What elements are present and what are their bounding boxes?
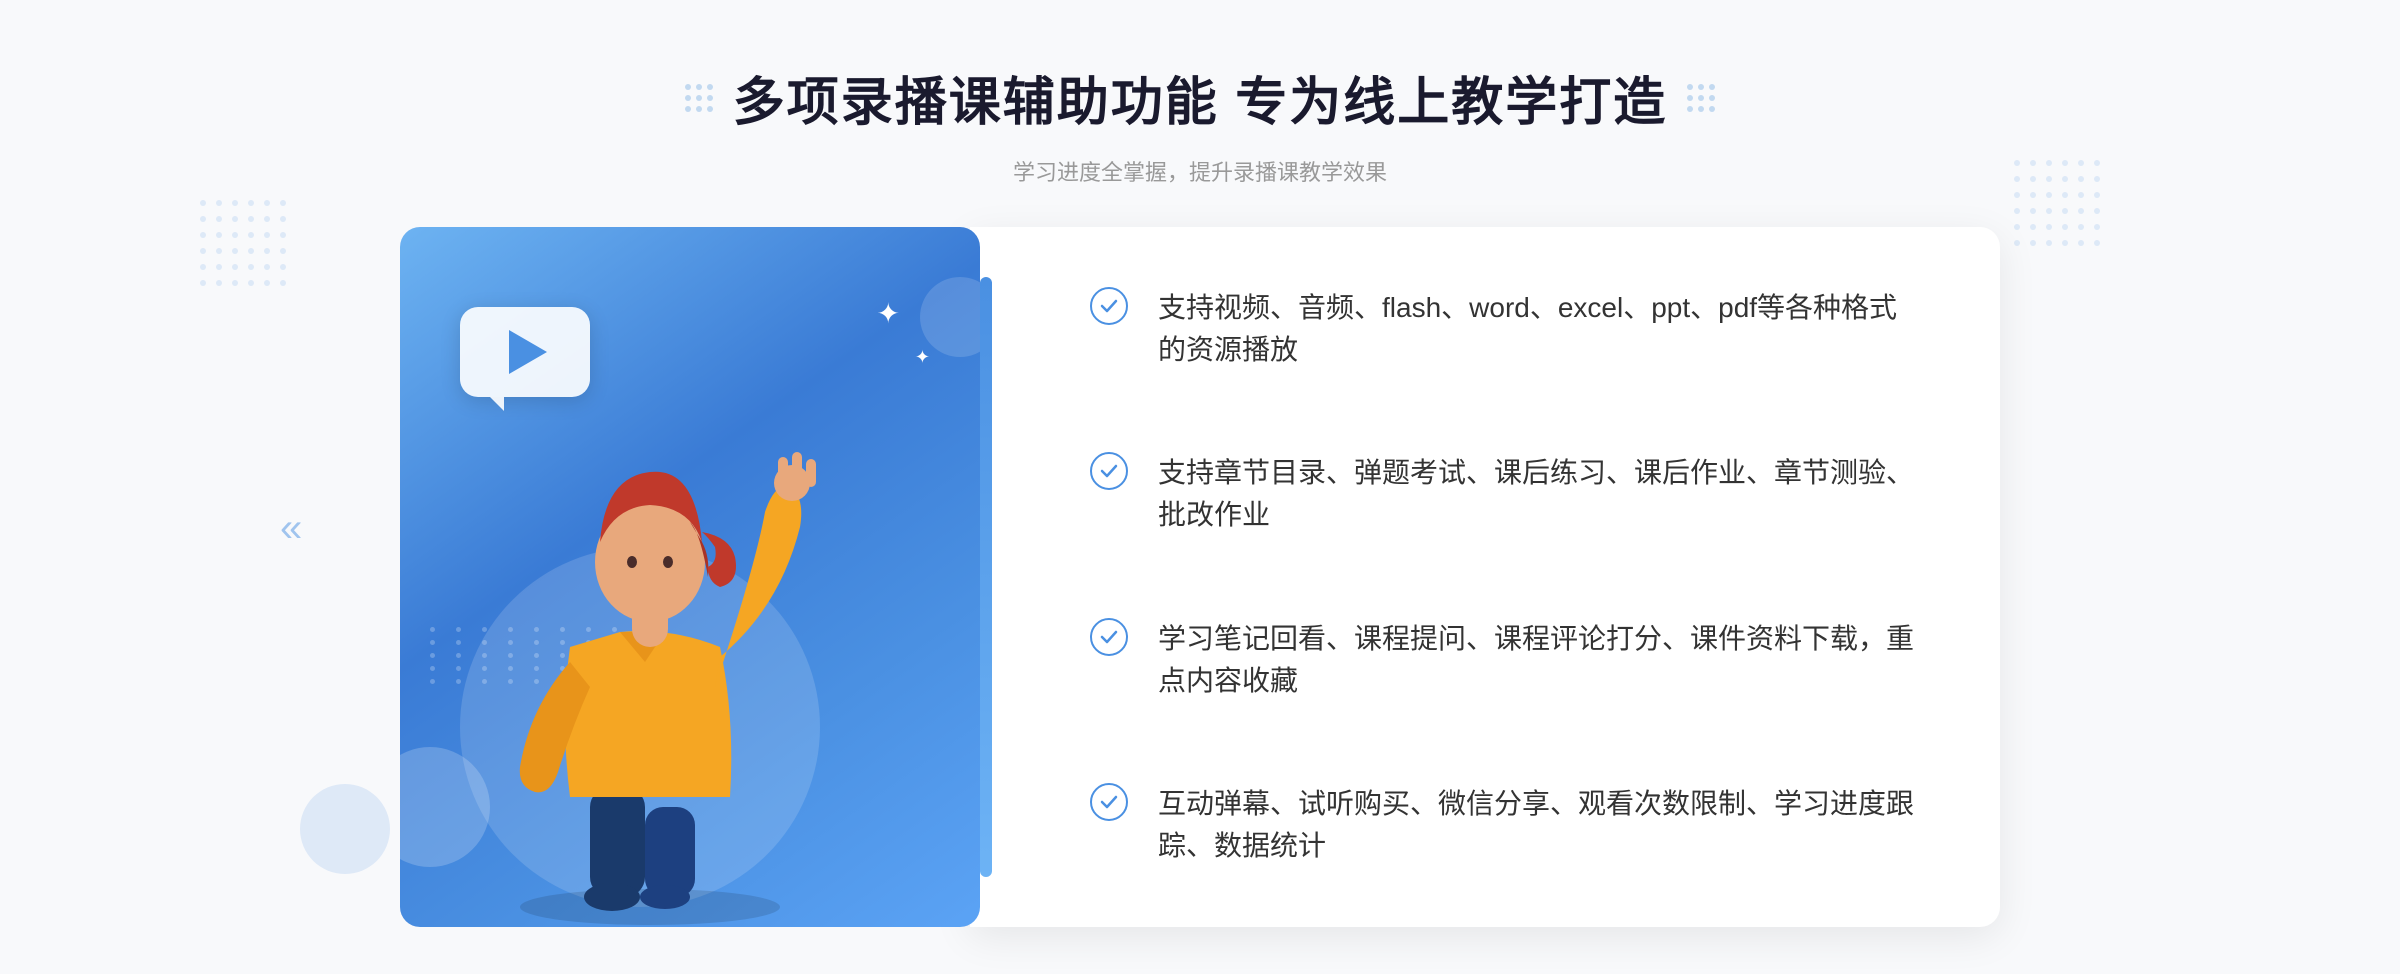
feature-item-1: 支持视频、音频、flash、word、excel、ppt、pdf等各种格式的资源… [1090,287,1920,371]
sparkle-1-icon: ✦ [877,297,900,330]
header-section: 多项录播课辅助功能 专为线上教学打造 学习进度全掌握，提升录播课教学效果 [0,0,2400,217]
check-circle-2 [1090,452,1128,490]
person-illustration [460,367,840,927]
blue-circle-decoration [300,784,390,874]
feature-text-1: 支持视频、音频、flash、word、excel、ppt、pdf等各种格式的资源… [1158,287,1920,371]
illustration-panel: ✦ ✦ [400,227,980,927]
feature-text-3: 学习笔记回看、课程提问、课程评论打分、课件资料下载，重点内容收藏 [1158,618,1920,702]
sparkle-2-icon: ✦ [915,347,930,368]
page-sub-title: 学习进度全掌握，提升录播课教学效果 [0,155,2400,187]
feature-text-2: 支持章节目录、弹题考试、课后练习、课后作业、章节测验、批改作业 [1158,452,1920,536]
right-panel-wrapper: 支持视频、音频、flash、word、excel、ppt、pdf等各种格式的资源… [980,227,2000,974]
title-dots-right [1687,84,1715,112]
page-main-title: 多项录播课辅助功能 专为线上教学打造 [733,60,1667,135]
feature-item-2: 支持章节目录、弹题考试、课后练习、课后作业、章节测验、批改作业 [1090,452,1920,536]
blue-vertical-bar [980,277,992,877]
feature-text-4: 互动弹幕、试听购买、微信分享、观看次数限制、学习进度跟踪、数据统计 [1158,783,1920,867]
title-dots-left [685,84,713,112]
semi-circle-2-decoration [920,277,980,357]
check-circle-3 [1090,618,1128,656]
features-panel: 支持视频、音频、flash、word、excel、ppt、pdf等各种格式的资源… [970,227,2000,927]
check-circle-4 [1090,783,1128,821]
check-circle-1 [1090,287,1128,325]
content-area: ✦ ✦ [400,227,2000,974]
left-chevrons-decoration: « [280,506,302,551]
feature-item-3: 学习笔记回看、课程提问、课程评论打分、课件资料下载，重点内容收藏 [1090,618,1920,702]
title-wrapper: 多项录播课辅助功能 专为线上教学打造 [0,60,2400,135]
feature-item-4: 互动弹幕、试听购买、微信分享、观看次数限制、学习进度跟踪、数据统计 [1090,783,1920,867]
page-container: « 多项录播课辅助功能 专为线上教学打造 学习进度全掌握，提升录播课教学效果 [0,0,2400,974]
